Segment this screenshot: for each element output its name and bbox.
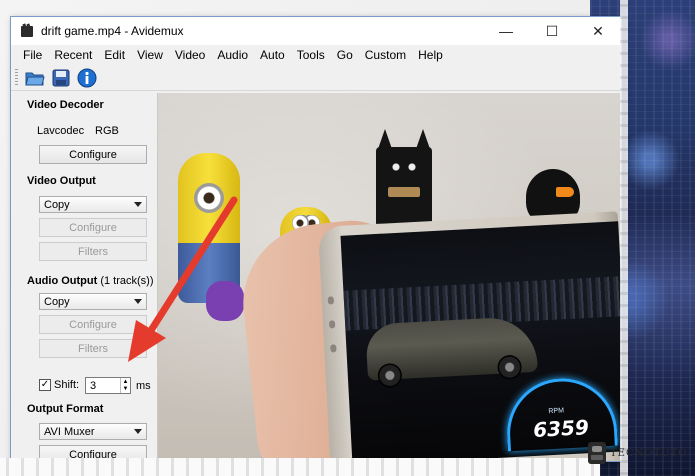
watermark: TECNOTUTO: [588, 438, 688, 468]
video-preview: RPM 6359: [158, 93, 621, 461]
torn-paper-edge-bottom: [0, 458, 600, 476]
audio-filters-button[interactable]: Filters: [39, 339, 147, 358]
open-folder-button[interactable]: [24, 67, 46, 89]
shift-spinbox[interactable]: 3 ▲ ▼: [85, 377, 131, 394]
output-format-select-value: AVI Muxer: [44, 425, 95, 438]
settings-sidebar: Video Decoder Lavcodec RGB Configure Vid…: [11, 93, 158, 461]
car-wheel-rear: [377, 362, 403, 389]
window-title: drift game.mp4 - Avidemux: [41, 24, 184, 38]
batman-mouth: [388, 187, 420, 197]
shift-checkbox[interactable]: ✓: [39, 379, 51, 391]
menu-audio[interactable]: Audio: [211, 48, 254, 62]
output-format-title: Output Format: [27, 403, 104, 415]
spin-up-icon[interactable]: ▲: [121, 378, 130, 386]
shift-label: Shift:: [54, 379, 80, 391]
menu-go[interactable]: Go: [331, 48, 359, 62]
phone-side-buttons: [327, 296, 338, 366]
toolbar: [11, 65, 621, 91]
duck-beak: [556, 187, 574, 197]
phone-screen-racing-game: RPM 6359: [340, 221, 621, 461]
close-button[interactable]: ✕: [575, 17, 621, 45]
menu-view[interactable]: View: [131, 48, 169, 62]
rpm-label: RPM: [548, 407, 565, 416]
menu-file[interactable]: File: [17, 48, 48, 62]
menu-custom[interactable]: Custom: [359, 48, 412, 62]
menu-bar: File Recent Edit View Video Audio Auto T…: [11, 45, 621, 65]
spin-arrows: ▲ ▼: [120, 378, 130, 393]
chevron-down-icon: [134, 202, 142, 207]
audio-configure-button[interactable]: Configure: [39, 315, 147, 334]
toolbar-grip[interactable]: [15, 68, 18, 87]
save-disk-icon: [52, 69, 70, 86]
avidemux-window: drift game.mp4 - Avidemux — ☐ ✕ File Rec…: [10, 16, 622, 462]
chevron-down-icon: [134, 429, 142, 434]
menu-recent[interactable]: Recent: [48, 48, 98, 62]
title-bar: drift game.mp4 - Avidemux — ☐ ✕: [11, 17, 621, 45]
video-output-select[interactable]: Copy: [39, 196, 147, 213]
decoder-codec-label: Lavcodec: [37, 125, 85, 137]
menu-edit[interactable]: Edit: [98, 48, 131, 62]
menu-video[interactable]: Video: [169, 48, 211, 62]
minion-goggle: [194, 183, 224, 213]
chevron-down-icon: [134, 299, 142, 304]
audio-output-title: Audio Output (1 track(s)): [27, 275, 154, 287]
spin-down-icon[interactable]: ▼: [121, 386, 130, 394]
decoder-format-label: RGB: [95, 125, 119, 137]
audio-track-count: (1 track(s)): [100, 275, 154, 287]
menu-tools[interactable]: Tools: [291, 48, 331, 62]
audio-output-select-value: Copy: [44, 295, 70, 308]
info-icon: [77, 68, 97, 87]
purple-minion-toy: [206, 281, 244, 321]
smartphone: RPM 6359: [318, 211, 621, 461]
watermark-brand: TECNOTUTO: [610, 447, 688, 459]
speed-readout: 6359: [532, 415, 590, 442]
shift-unit: ms: [136, 380, 151, 392]
minimize-button[interactable]: —: [483, 17, 529, 45]
video-configure-button[interactable]: Configure: [39, 218, 147, 237]
robot-logo-icon: [588, 442, 606, 464]
save-button[interactable]: [50, 67, 72, 89]
info-button[interactable]: [76, 67, 98, 89]
main-content: Video Decoder Lavcodec RGB Configure Vid…: [11, 93, 621, 461]
shift-value: 3: [90, 379, 97, 392]
audio-output-select[interactable]: Copy: [39, 293, 147, 310]
menu-help[interactable]: Help: [412, 48, 449, 62]
video-output-select-value: Copy: [44, 198, 70, 211]
torn-paper-edge-right: [620, 0, 628, 476]
car-wheel-front: [496, 354, 523, 380]
video-decoder-title: Video Decoder: [27, 99, 104, 111]
menu-auto[interactable]: Auto: [254, 48, 291, 62]
avidemux-app-icon: [21, 23, 33, 37]
video-filters-button[interactable]: Filters: [39, 242, 147, 261]
audio-output-title-text: Audio Output: [27, 275, 98, 287]
video-output-title: Video Output: [27, 175, 96, 187]
open-folder-icon: [25, 72, 45, 85]
output-format-select[interactable]: AVI Muxer: [39, 423, 147, 440]
batman-eyes: [388, 163, 420, 171]
decoder-configure-button[interactable]: Configure: [39, 145, 147, 164]
maximize-button[interactable]: ☐: [529, 17, 575, 45]
batman-toy: [376, 129, 432, 227]
